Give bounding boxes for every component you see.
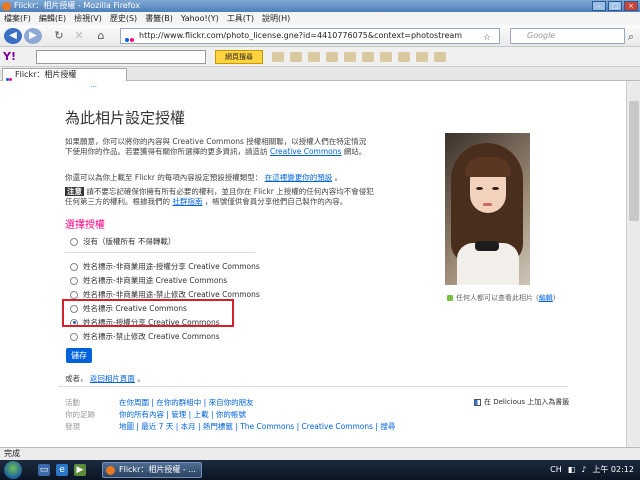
yahoo-search-input[interactable] — [36, 50, 206, 64]
radio-button[interactable] — [70, 262, 78, 271]
footer-row-you: 你的足跡 你的所有內容 | 管理 | 上載 | 你的帳號 — [65, 410, 246, 419]
menubar: 檔案(F) 編輯(E) 檢視(V) 歷史(S) 書籤(B) Yahoo!(Y) … — [0, 12, 640, 25]
show-desktop-icon[interactable]: ▭ — [38, 464, 50, 476]
public-icon — [447, 295, 453, 301]
taskbar-firefox-window[interactable]: Flickr：相片授權 - ... — [102, 462, 202, 478]
divider — [65, 252, 255, 253]
minimize-button[interactable]: – — [592, 1, 606, 11]
toolbar-icon[interactable] — [398, 52, 410, 62]
menu-yahoo[interactable]: Yahoo!(Y) — [181, 14, 219, 23]
toolbar-icon[interactable] — [434, 52, 446, 62]
toolbar-icon[interactable] — [326, 52, 338, 62]
tray-icon[interactable]: ♪ — [581, 465, 586, 474]
radio-button[interactable] — [70, 290, 78, 299]
toolbar-icon[interactable] — [380, 52, 392, 62]
ie-icon[interactable]: e — [56, 464, 68, 476]
menu-tools[interactable]: 工具(T) — [227, 13, 254, 24]
close-button[interactable]: × — [624, 1, 638, 11]
menu-file[interactable]: 檔案(F) — [4, 13, 31, 24]
yahoo-toolbar-icons — [272, 52, 446, 62]
license-option-all-rights[interactable]: 沒有（版權所有 不得轉載） — [70, 236, 175, 247]
notice-paragraph: 注意 請不要忘記確保你擁有所有必要的權利，並且你在 Flickr 上授權的任何內… — [65, 187, 374, 206]
creative-commons-link[interactable]: Creative Commons — [270, 147, 342, 156]
stop-icon[interactable]: ✕ — [72, 29, 86, 43]
toolbar-icon[interactable] — [416, 52, 428, 62]
default-license-paragraph: 你還可以為你上載至 Flickr 的每項內容設定預設授權類型： 在這裡變更你的預… — [65, 173, 343, 182]
navigation-toolbar: ◀ ▶ ↻ ✕ ⌂ http://www.flickr.com/photo_li… — [0, 25, 640, 47]
toolbar-icon[interactable] — [362, 52, 374, 62]
yahoo-search-button[interactable]: 網頁搜尋 — [215, 50, 263, 64]
menu-history[interactable]: 歷史(S) — [110, 13, 137, 24]
yahoo-logo[interactable]: Y! — [3, 50, 16, 63]
yahoo-toolbar: Y! 網頁搜尋 — [0, 47, 640, 67]
tab-strip: Flickr：相片授權 — [0, 67, 640, 81]
status-text: 完成 — [4, 449, 20, 458]
language-indicator[interactable]: CH — [550, 465, 562, 474]
toolbar-icon[interactable] — [308, 52, 320, 62]
selection-highlight-box — [62, 299, 234, 327]
footer-row-explore: 發現 地圖 | 最近 7 天 | 本月 | 熱門標籤 | The Commons… — [65, 422, 396, 431]
forward-button[interactable]: ▶ — [24, 28, 42, 44]
window-titlebar: Flickr：相片授權 - Mozilla Firefox – □ × — [0, 0, 640, 12]
address-bar[interactable]: http://www.flickr.com/photo_license.gne?… — [120, 28, 500, 44]
menu-view[interactable]: 檢視(V) — [74, 13, 102, 24]
menu-bookmarks[interactable]: 書籤(B) — [145, 13, 173, 24]
photo-privacy-caption: 任何人都可以查看此相片 (編輯) — [447, 293, 555, 303]
maximize-button[interactable]: □ — [608, 1, 622, 11]
edit-privacy-link[interactable]: 編輯 — [539, 294, 553, 302]
delicious-icon — [474, 398, 481, 406]
windows-taskbar: ▭ e ▶ Flickr：相片授權 - ... CH ◧ ♪ 上午 02:12 — [0, 460, 640, 480]
change-default-link[interactable]: 在這裡變更你的預設 — [265, 173, 333, 182]
page-footer: 在 Delicious 上加入為書籤 活動 在你周圍 | 在你的群組中 | 來自… — [0, 381, 626, 447]
notice-label: 注意 — [65, 187, 84, 196]
home-icon[interactable]: ⌂ — [94, 29, 108, 43]
search-placeholder: Google — [527, 31, 556, 40]
photo-thumbnail[interactable] — [445, 133, 530, 285]
search-magnifier-icon[interactable]: ⌕ — [624, 30, 638, 44]
flickr-favicon — [125, 33, 135, 42]
window-controls: – □ × — [592, 1, 638, 11]
media-icon[interactable]: ▶ — [74, 464, 86, 476]
footer-divider — [58, 386, 568, 387]
tab-label: Flickr：相片授權 — [15, 70, 77, 79]
community-guidelines-link[interactable]: 社群指南 — [172, 197, 202, 206]
bookmark-star-icon[interactable]: ☆ — [480, 31, 494, 45]
menu-help[interactable]: 說明(H) — [262, 13, 290, 24]
menu-edit[interactable]: 編輯(E) — [39, 13, 66, 24]
license-option-by-nd[interactable]: 姓名標示-禁止修改 Creative Commons — [70, 331, 220, 342]
toolbar-icon[interactable] — [290, 52, 302, 62]
license-option-by-nc-sa[interactable]: 姓名標示-非商業用途-授權分享 Creative Commons — [70, 261, 260, 272]
search-input[interactable]: Google — [510, 28, 625, 44]
back-button[interactable]: ◀ — [4, 28, 22, 44]
firefox-icon — [106, 466, 115, 475]
system-tray: CH ◧ ♪ 上午 02:12 — [550, 464, 634, 475]
top-nav-cutoff: … — [90, 81, 97, 89]
footer-row-activity: 活動 在你周圍 | 在你的群組中 | 來自你的朋友 — [65, 398, 254, 407]
radio-button[interactable] — [70, 276, 78, 285]
clock[interactable]: 上午 02:12 — [592, 464, 634, 475]
address-url: http://www.flickr.com/photo_license.gne?… — [139, 31, 463, 40]
radio-button[interactable] — [70, 332, 78, 341]
tab-flickr-license[interactable]: Flickr：相片授權 — [2, 68, 127, 81]
window-title: Flickr：相片授權 - Mozilla Firefox — [14, 1, 140, 10]
radio-button[interactable] — [70, 237, 78, 246]
status-bar: 完成 — [0, 447, 640, 460]
start-button[interactable] — [4, 461, 22, 479]
page-title: 為此相片設定授權 — [65, 109, 186, 127]
page-content: … 為此相片設定授權 如果願意，你可以將你的內容與 Creative Commo… — [0, 81, 626, 447]
toolbar-icon[interactable] — [344, 52, 356, 62]
choose-license-heading: 選擇授權 — [65, 220, 105, 231]
delicious-bookmark[interactable]: 在 Delicious 上加入為書籤 — [474, 397, 569, 407]
license-option-by-nc[interactable]: 姓名標示-非商業用途 Creative Commons — [70, 275, 227, 286]
vertical-scrollbar[interactable] — [626, 81, 640, 447]
firefox-icon — [2, 2, 11, 11]
tray-icon[interactable]: ◧ — [568, 465, 576, 474]
toolbar-icon[interactable] — [272, 52, 284, 62]
scrollbar-thumb[interactable] — [629, 101, 639, 221]
save-button[interactable]: 儲存 — [66, 348, 92, 363]
intro-paragraph: 如果願意，你可以將你的內容與 Creative Commons 授權相關聯，以授… — [65, 137, 367, 156]
reload-icon[interactable]: ↻ — [52, 29, 66, 43]
